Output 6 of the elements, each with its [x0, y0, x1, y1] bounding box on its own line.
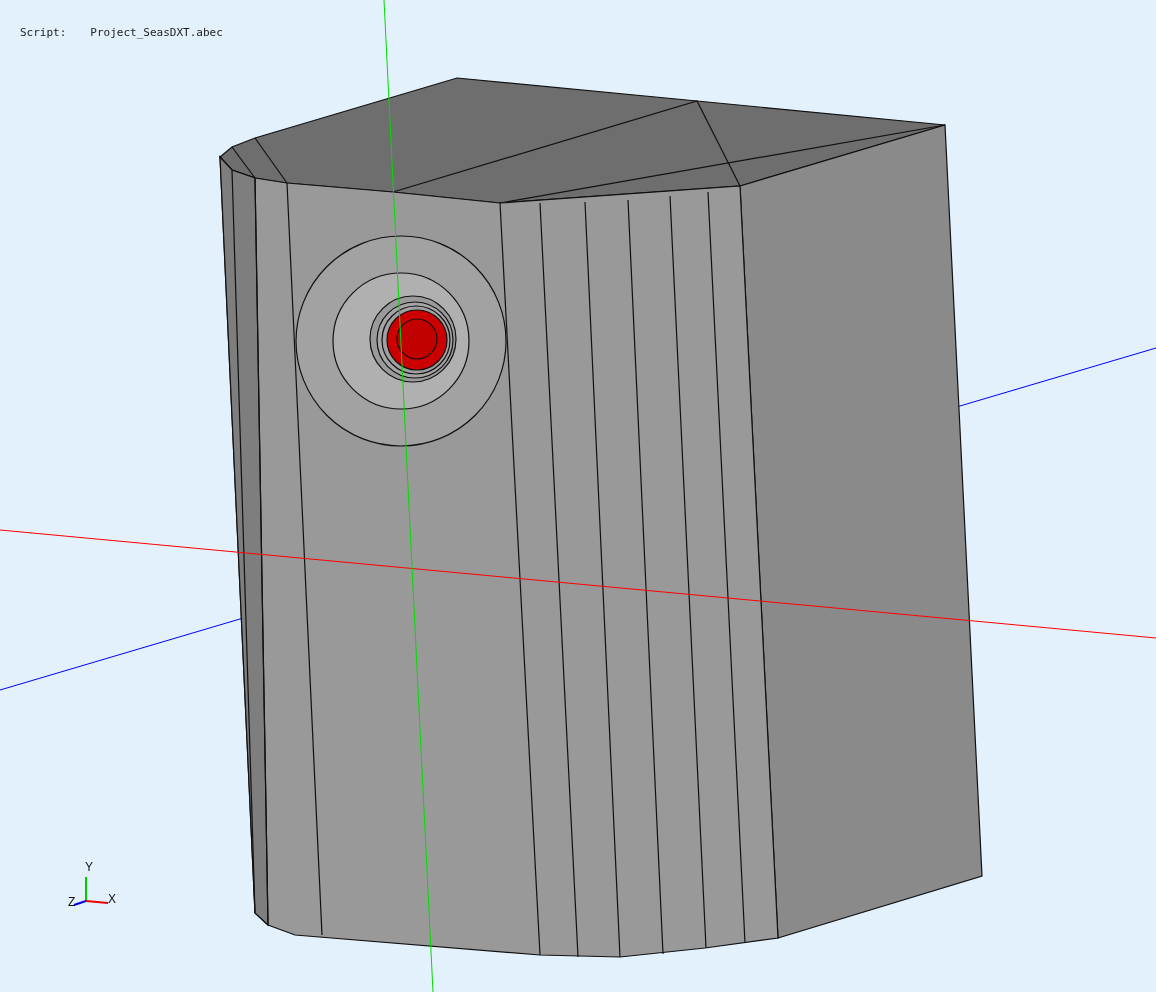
y-axis-label: Y [85, 860, 93, 874]
z-axis-label: Z [68, 895, 76, 909]
axis-triad-icon [73, 876, 109, 906]
script-filename: Project_SeasDXT.abec [90, 25, 223, 41]
x-axis-label: X [108, 892, 116, 906]
script-label: Script: [20, 25, 67, 41]
